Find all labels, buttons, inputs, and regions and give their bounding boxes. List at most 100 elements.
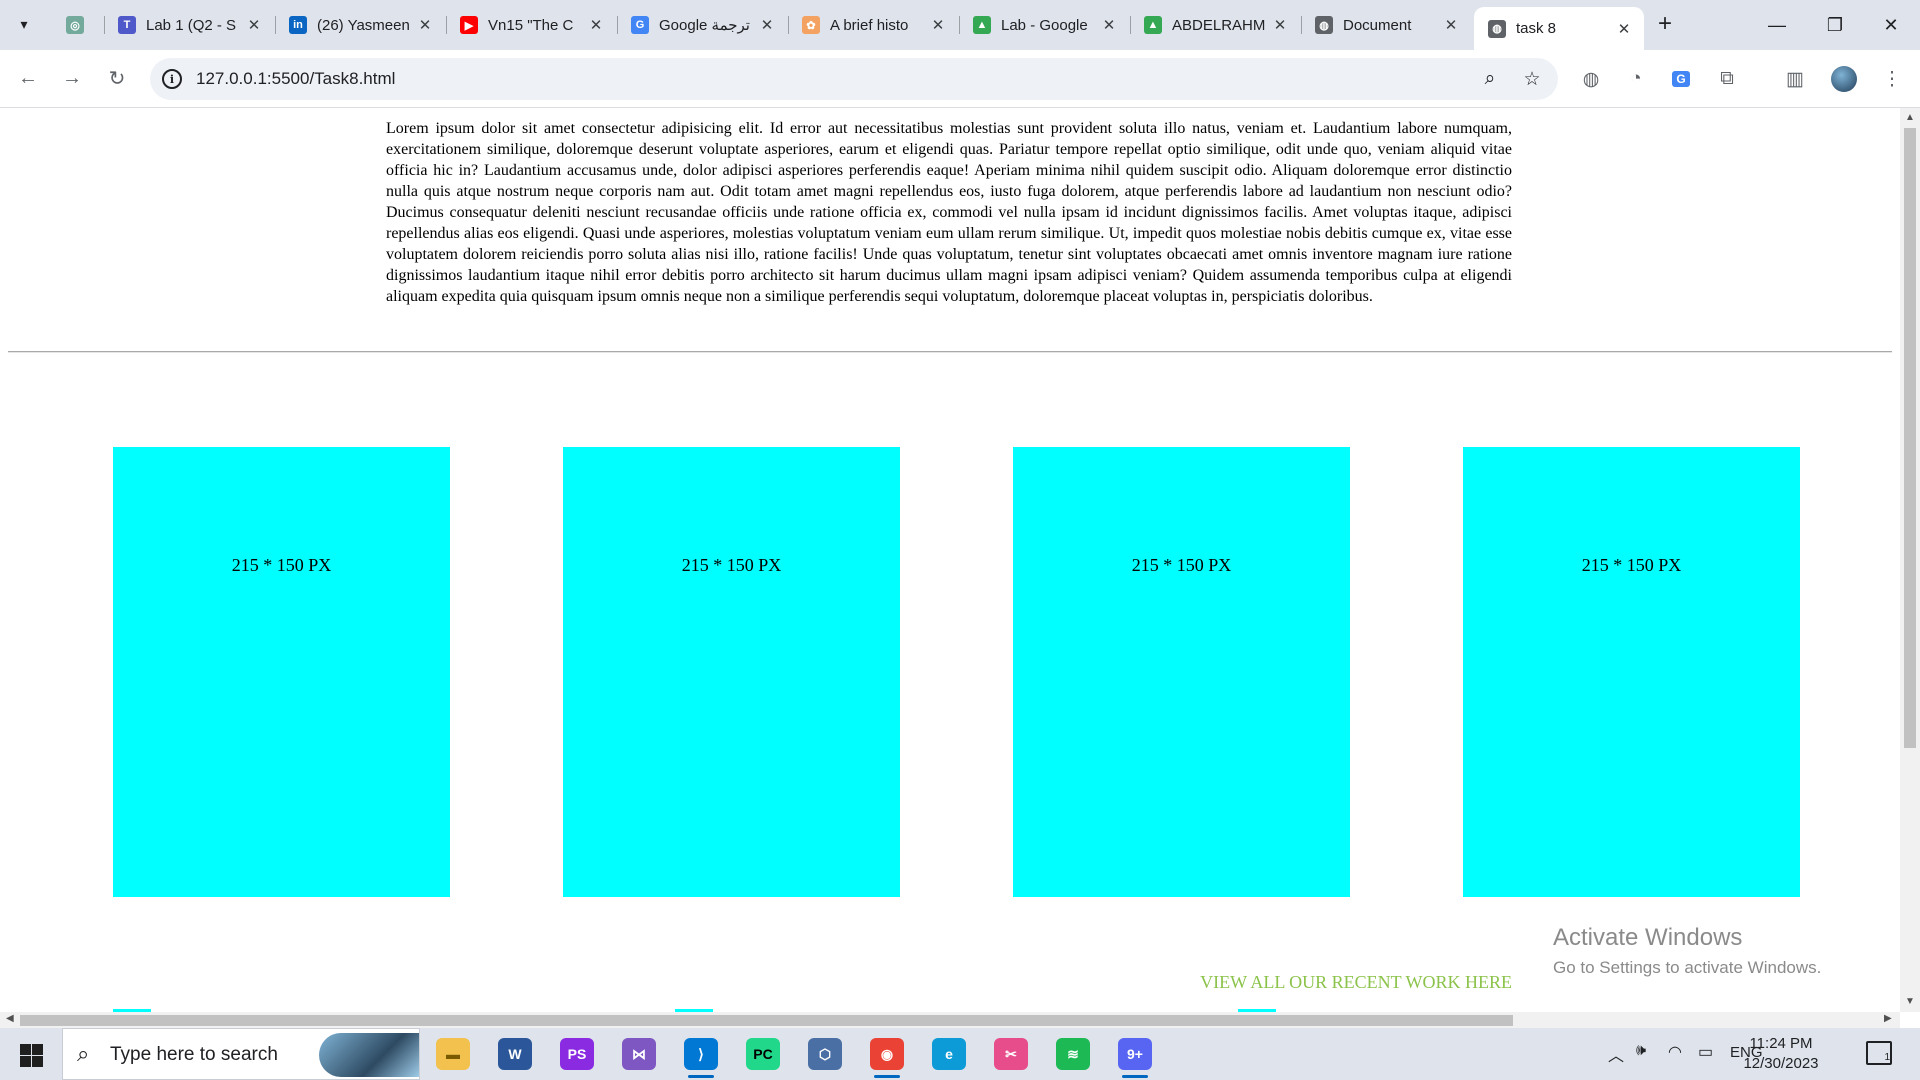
windows-logo-pane bbox=[32, 1056, 43, 1067]
spotify-icon[interactable]: ≋ bbox=[1056, 1038, 1090, 1070]
extensions-puzzle-icon[interactable]: ⧉ bbox=[1713, 65, 1741, 93]
scroll-up-arrow-icon[interactable]: ▲ bbox=[1905, 112, 1915, 123]
clock-time: 11:24 PM bbox=[1749, 1035, 1813, 1052]
edge-icon[interactable]: e bbox=[932, 1038, 966, 1070]
colorful-page-icon: ✿ bbox=[802, 16, 820, 34]
minimize-icon: — bbox=[1768, 14, 1786, 35]
new-tab-button[interactable]: + bbox=[1650, 9, 1680, 39]
tab-brief-history[interactable]: ✿ A brief histo ✕ bbox=[788, 7, 958, 43]
tab-label: A brief histo bbox=[830, 16, 909, 34]
horizontal-scrollbar[interactable]: ◀ ▶ bbox=[0, 1012, 1900, 1028]
work-card-4: 215 * 150 PX bbox=[1463, 447, 1800, 897]
side-panel-icon[interactable]: ▥ bbox=[1781, 65, 1809, 93]
close-icon[interactable]: ✕ bbox=[1270, 16, 1290, 34]
tab-youtube[interactable]: ▶ Vn15 "The C ✕ bbox=[446, 7, 616, 43]
forward-arrow-icon: → bbox=[62, 66, 82, 89]
work-card-2: 215 * 150 PX bbox=[563, 447, 900, 897]
google-translate-icon: G bbox=[631, 16, 649, 34]
forward-button[interactable]: → bbox=[56, 62, 88, 94]
messenger-icon[interactable]: 9+ bbox=[1118, 1038, 1152, 1078]
close-icon[interactable]: ✕ bbox=[1441, 16, 1461, 34]
site-info-icon[interactable]: i bbox=[162, 69, 182, 89]
tab-label: Lab 1 (Q2 - S bbox=[146, 16, 237, 34]
lorem-paragraph: Lorem ipsum dolor sit amet consectetur a… bbox=[386, 120, 1512, 305]
tray-expand-chevron-icon[interactable]: ︿ bbox=[1608, 1042, 1624, 1066]
minimize-button[interactable]: — bbox=[1748, 0, 1806, 50]
vpn-globe-icon[interactable]: ◍ bbox=[1577, 65, 1605, 93]
snipping-tool-icon[interactable]: ✂ bbox=[994, 1038, 1028, 1070]
google-translate-icon[interactable]: G bbox=[1667, 65, 1695, 93]
close-icon[interactable]: ✕ bbox=[1099, 16, 1119, 34]
close-icon[interactable]: ✕ bbox=[1614, 20, 1634, 38]
tab-google-translate[interactable]: G Google ترجمة ✕ bbox=[617, 7, 787, 43]
tab-search-button[interactable]: ▾ bbox=[9, 9, 39, 39]
windows-logo-pane bbox=[32, 1044, 43, 1055]
word-icon[interactable]: W bbox=[498, 1038, 532, 1070]
search-highlight-art bbox=[319, 1033, 419, 1077]
tab-linkedin[interactable]: in (26) Yasmeen ✕ bbox=[275, 7, 445, 43]
chrome-icon[interactable]: ◉ bbox=[870, 1038, 904, 1078]
start-button[interactable] bbox=[10, 1040, 54, 1070]
card-label: 215 * 150 PX bbox=[1581, 555, 1682, 575]
close-icon[interactable]: ✕ bbox=[415, 16, 435, 34]
tab-strip: ▾ ◎ T Lab 1 (Q2 - S ✕ in (26) Yasmeen ✕ … bbox=[0, 0, 1920, 50]
chevron-down-icon: ▾ bbox=[20, 15, 28, 32]
tab-chatgpt[interactable]: ◎ bbox=[52, 7, 102, 43]
tab-abdelrahm[interactable]: ▲ ABDELRAHM ✕ bbox=[1130, 7, 1300, 43]
battery-icon[interactable]: ▭ bbox=[1698, 1042, 1713, 1062]
volume-icon[interactable]: 🕪 bbox=[1636, 1042, 1646, 1060]
bookmark-star-icon[interactable]: ☆ bbox=[1520, 67, 1544, 91]
restore-button[interactable]: ❐ bbox=[1806, 0, 1864, 50]
scroll-down-arrow-icon[interactable]: ▼ bbox=[1905, 996, 1915, 1007]
file-explorer-icon[interactable]: ▬ bbox=[436, 1038, 470, 1070]
vscode-icon[interactable]: ⟩ bbox=[684, 1038, 718, 1078]
youtube-icon: ▶ bbox=[460, 16, 478, 34]
address-bar[interactable]: i 127.0.0.1:5500/Task8.html ⌕ ☆ bbox=[150, 58, 1558, 100]
watermark-subtitle: Go to Settings to activate Windows. bbox=[1553, 958, 1822, 977]
tab-document[interactable]: ◍ Document ✕ bbox=[1301, 7, 1471, 43]
globe-icon: ◍ bbox=[1315, 16, 1333, 34]
tab-teams[interactable]: T Lab 1 (Q2 - S ✕ bbox=[104, 7, 274, 43]
tab-label: Document bbox=[1343, 16, 1412, 34]
work-card-1: 215 * 150 PX bbox=[113, 447, 450, 897]
horizontal-scroll-thumb[interactable] bbox=[20, 1015, 1513, 1026]
clock-date: 12/30/2023 bbox=[1743, 1055, 1819, 1072]
scroll-left-arrow-icon[interactable]: ◀ bbox=[6, 1013, 14, 1024]
close-icon[interactable]: ✕ bbox=[757, 16, 777, 34]
chatgpt-icon: ◎ bbox=[66, 16, 84, 34]
close-icon[interactable]: ✕ bbox=[928, 16, 948, 34]
search-placeholder: Type here to search bbox=[110, 1044, 278, 1065]
restore-icon: ❐ bbox=[1826, 14, 1844, 35]
reload-button[interactable]: ↻ bbox=[101, 62, 133, 94]
menu-kebab-icon[interactable]: ⋮ bbox=[1878, 65, 1906, 93]
view-all-work-link[interactable]: VIEW ALL OUR RECENT WORK HERE bbox=[1200, 972, 1512, 993]
vertical-scroll-thumb[interactable] bbox=[1904, 128, 1916, 748]
url-text[interactable]: 127.0.0.1:5500/Task8.html bbox=[196, 69, 395, 89]
plus-icon: + bbox=[1657, 10, 1672, 37]
globe-icon: ◍ bbox=[1488, 19, 1506, 38]
clock[interactable]: 11:24 PM 12/30/2023 bbox=[1740, 1034, 1822, 1074]
tab-task8[interactable]: ◍ task 8 ✕ bbox=[1474, 7, 1644, 50]
back-button[interactable]: ← bbox=[12, 62, 44, 94]
back-arrow-icon: ← bbox=[18, 66, 38, 89]
google-drive-icon: ▲ bbox=[973, 16, 991, 34]
visual-studio-icon[interactable]: ⋈ bbox=[622, 1038, 656, 1070]
pycharm-icon[interactable]: PC bbox=[746, 1038, 780, 1070]
speed-gauge-icon[interactable]: ◔ bbox=[1622, 65, 1650, 93]
wifi-icon[interactable]: ◠ bbox=[1668, 1042, 1682, 1062]
notification-center-icon[interactable]: 1 bbox=[1866, 1041, 1892, 1065]
windows-taskbar: ⌕ Type here to search ▬ W PS ⋈ ⟩ PC ⬡ ◉ … bbox=[0, 1028, 1920, 1080]
scroll-right-arrow-icon[interactable]: ▶ bbox=[1884, 1013, 1892, 1024]
close-icon[interactable]: ✕ bbox=[586, 16, 606, 34]
phpstorm-icon[interactable]: PS bbox=[560, 1038, 594, 1070]
close-window-button[interactable]: ✕ bbox=[1862, 0, 1920, 50]
tab-lab-google[interactable]: ▲ Lab - Google ✕ bbox=[959, 7, 1129, 43]
zoom-icon[interactable]: ⌕ bbox=[1478, 67, 1502, 91]
windows-logo-icon bbox=[20, 1044, 31, 1055]
virtualbox-cube-icon[interactable]: ⬡ bbox=[808, 1038, 842, 1070]
taskbar-search[interactable]: ⌕ Type here to search bbox=[62, 1028, 420, 1080]
close-icon[interactable]: ✕ bbox=[244, 16, 264, 34]
watermark-title: Activate Windows bbox=[1553, 924, 1743, 951]
profile-avatar[interactable] bbox=[1830, 65, 1858, 93]
vertical-scrollbar[interactable]: ▲ ▼ bbox=[1900, 108, 1920, 1012]
